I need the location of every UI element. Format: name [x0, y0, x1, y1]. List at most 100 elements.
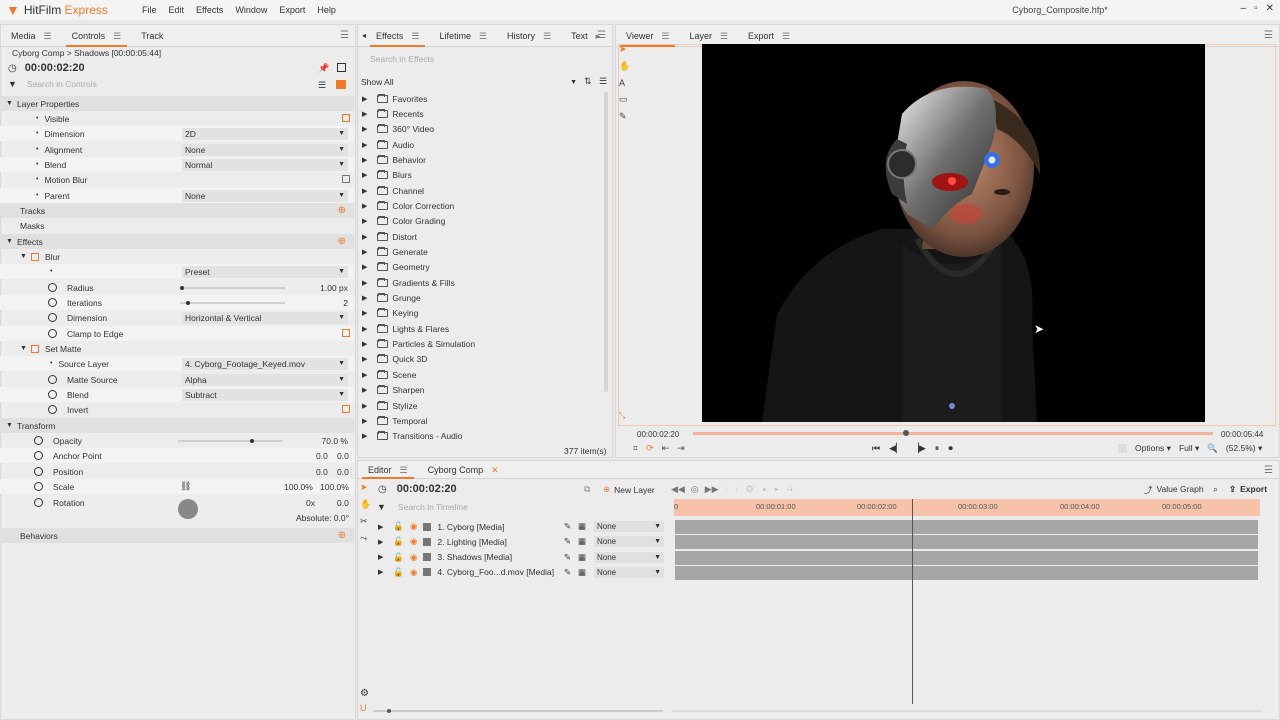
effect-folder[interactable]: ▶ Distort — [362, 229, 417, 244]
expand-arrow-icon[interactable]: ▶ — [362, 263, 367, 271]
close-tab-icon[interactable]: ✕ — [491, 459, 499, 481]
rotation-degrees-value[interactable]: 0.0 — [337, 498, 349, 508]
editor-timecode[interactable]: 00:00:02:20 — [397, 483, 457, 495]
expand-arrow-icon[interactable]: ▶ — [378, 568, 383, 576]
list-menu-icon[interactable]: ☰ — [599, 76, 607, 87]
layer-blend-dropdown[interactable]: None ▼ — [594, 521, 664, 532]
expand-arrow-icon[interactable]: ▶ — [362, 217, 367, 225]
keyframe-icon[interactable] — [34, 498, 43, 507]
effects-filter-dropdown[interactable]: Show All ▼ — [361, 76, 577, 88]
menu-icon[interactable]: ☰ — [44, 25, 52, 47]
menu-export[interactable]: Export — [273, 5, 311, 15]
keyframe-icon[interactable] — [48, 390, 57, 399]
layer-blend-dropdown[interactable]: None ▼ — [594, 551, 664, 563]
filter-icon[interactable]: ▼ — [8, 79, 17, 89]
menu-effects[interactable]: Effects — [190, 5, 229, 15]
set-matte-effect-header[interactable]: ▼ Set Matte — [0, 341, 354, 356]
effect-folder[interactable]: ▶ Particles & Simulation — [362, 337, 475, 352]
expand-arrow-icon[interactable]: ▶ — [362, 371, 367, 379]
effect-folder[interactable]: ▶ Sharpen — [362, 383, 425, 398]
pen-icon[interactable]: ✎ — [564, 567, 571, 578]
set-in-icon[interactable]: ⇤ — [662, 443, 670, 454]
video-preview[interactable] — [702, 44, 1205, 422]
layer-track-bar[interactable] — [675, 550, 1258, 565]
minimize-icon[interactable]: ‒ — [1241, 3, 1247, 14]
effect-folder[interactable]: ▶ Temporal — [362, 413, 427, 428]
media-icon[interactable]: ⧉ — [584, 484, 590, 495]
expand-arrow-icon[interactable]: ▶ — [362, 355, 367, 363]
effect-folder[interactable]: ▶ Generate — [362, 245, 428, 260]
pen-icon[interactable]: ✎ — [564, 552, 571, 563]
iterations-slider[interactable] — [180, 301, 285, 305]
select-tool-icon[interactable]: ➤ — [619, 44, 629, 55]
expand-arrow-icon[interactable]: ▶ — [362, 402, 367, 410]
expand-arrow-icon[interactable]: ▶ — [362, 171, 367, 179]
menu-window[interactable]: Window — [229, 5, 273, 15]
expand-arrow-icon[interactable]: ▶ — [362, 110, 367, 118]
pen-icon[interactable]: ✎ — [564, 521, 571, 532]
slip-tool-icon[interactable]: ⤳ — [360, 533, 371, 544]
tab-history[interactable]: History ☰ — [497, 25, 561, 47]
add-keyframe-icon[interactable]: ◎ — [691, 484, 699, 495]
keyframe-icon[interactable] — [34, 482, 43, 491]
effect-folder[interactable]: ▶ Favorites — [362, 91, 427, 106]
keyframe-icon[interactable] — [34, 451, 43, 460]
expand-arrow-icon[interactable]: ▶ — [362, 294, 367, 302]
select-tool-icon[interactable]: ➤ — [360, 482, 371, 493]
zoom-dropdown[interactable]: (52.5%) ▾ — [1226, 443, 1262, 454]
timeline-h-scrollbar[interactable] — [672, 710, 1262, 712]
effect-folder[interactable]: ▶ Lights & Flares — [362, 321, 449, 336]
expand-arrow-icon[interactable]: ▶ — [362, 432, 367, 440]
layer-track-bar[interactable] — [675, 565, 1258, 580]
pen-tool-icon[interactable]: ✎ — [619, 111, 629, 122]
layer-track-bar[interactable] — [675, 520, 1258, 534]
expand-arrow-icon[interactable]: ▶ — [362, 386, 367, 394]
effect-folder[interactable]: ▶ Channel — [362, 183, 424, 198]
tab-editor[interactable]: Editor ☰ — [358, 461, 418, 479]
record-icon[interactable]: ⏺ — [948, 443, 953, 454]
zoom-icon[interactable]: 🔍 — [1207, 443, 1218, 454]
anchor-x-value[interactable]: 0.0 — [316, 451, 328, 461]
effect-folder[interactable]: ▶ Quick 3D — [362, 352, 427, 367]
position-y-value[interactable]: 0.0 — [337, 467, 349, 477]
source-layer-dropdown[interactable]: 4. Cyborg_Footage_Keyed.mov ▼ — [182, 357, 348, 370]
scale-y-value[interactable]: 100.0% — [320, 482, 349, 492]
dimension-dropdown[interactable]: 2D ▼ — [182, 127, 348, 140]
expand-arrow-icon[interactable]: ▶ — [362, 156, 367, 164]
tab-track[interactable]: Track — [131, 25, 173, 47]
tab-lifetime[interactable]: Lifetime ☰ — [429, 25, 497, 47]
magnet-icon[interactable]: U — [360, 703, 367, 713]
add-effect-icon[interactable]: ⊕ — [338, 236, 346, 247]
effect-folder[interactable]: ▶ Keying — [362, 306, 418, 321]
slice-tool-icon[interactable]: ✂ — [360, 516, 371, 527]
set-out-icon[interactable]: ⇥ — [677, 443, 685, 454]
lock-icon[interactable]: 🔓 — [393, 536, 404, 547]
expand-arrow-icon[interactable]: ▶ — [362, 325, 367, 333]
effect-folder[interactable]: ▶ Transitions - Audio — [362, 429, 462, 444]
menu-file[interactable]: File — [136, 5, 163, 15]
tab-controls[interactable]: Controls ☰ — [62, 25, 132, 47]
effect-folder[interactable]: ▶ Grunge — [362, 291, 421, 306]
layer-name[interactable]: 4. Cyborg_Foo...d.mov [Media] — [437, 567, 554, 577]
visibility-eye-icon[interactable]: ◉ — [410, 521, 417, 532]
effect-enable-checkbox[interactable] — [30, 344, 39, 353]
opacity-slider[interactable] — [178, 439, 283, 443]
timeline-ruler[interactable]: 0 00:00:01:00 00:00:02:00 00:00:03:00 00… — [674, 499, 1260, 516]
menu-edit[interactable]: Edit — [163, 5, 191, 15]
masks-section[interactable]: Masks — [0, 218, 354, 233]
value-graph-button[interactable]: ⤴ Value Graph — [1144, 484, 1204, 496]
keyframe-icon[interactable] — [48, 298, 57, 307]
mask-tool-icon[interactable]: ▭ — [619, 94, 629, 105]
controls-search-input[interactable]: Search in Controls — [27, 79, 297, 89]
text-tool-icon[interactable]: A — [619, 78, 629, 88]
transform-section[interactable]: ▼ Transform — [0, 418, 354, 433]
motion-blur-checkbox[interactable] — [342, 175, 350, 183]
layer-track-bar[interactable] — [675, 535, 1258, 550]
list-view-icon[interactable]: ☰ — [318, 80, 326, 91]
effect-folder[interactable]: ▶ Gradients & Fills — [362, 275, 455, 290]
filter-icon[interactable]: ▼ — [377, 502, 386, 512]
maximize-icon[interactable]: ▫ — [1254, 3, 1258, 14]
effect-folder[interactable]: ▶ Audio — [362, 137, 414, 152]
add-behavior-icon[interactable]: ⊕ — [338, 530, 346, 541]
effect-folder[interactable]: ▶ Stylize — [362, 398, 417, 413]
